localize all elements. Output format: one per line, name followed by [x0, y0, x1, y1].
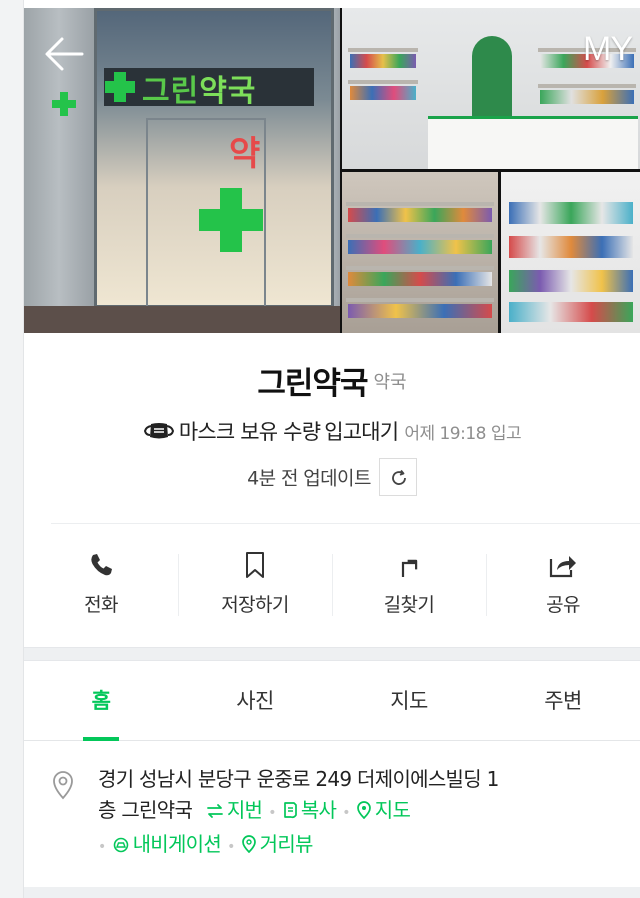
shelf	[348, 80, 418, 84]
address-section: 경기 성남시 분당구 운중로 249 더제이에스빌딩 1 층 그린약국 지번 • 복…	[50, 764, 640, 863]
pharmacy-cross-icon	[105, 72, 135, 102]
separator-dot: •	[98, 839, 106, 855]
mask-stock-status: 입고대기	[324, 420, 399, 444]
place-detail-panel: 그린약국 약 MY 그린약국 약국 마스크 보유 수량 입고대기 어제 19:1…	[24, 0, 640, 898]
photo-gallery[interactable]: 그린약국 약 MY	[24, 8, 640, 333]
shelf-goods	[540, 90, 634, 104]
shelf	[538, 84, 636, 88]
street-view-link[interactable]: 거리뷰	[241, 832, 313, 856]
pharmacy-counter	[428, 116, 638, 169]
place-category: 약국	[373, 371, 407, 393]
left-sidebar-strip	[0, 0, 24, 898]
shelf-goods	[509, 270, 633, 292]
storefront-sign-text: 그린약국	[142, 74, 257, 109]
place-title: 그린약국 약국	[24, 358, 640, 403]
interior-arch	[472, 36, 512, 116]
shelf-goods	[509, 202, 633, 224]
shelves-photo[interactable]	[342, 172, 498, 333]
save-label: 저장하기	[221, 594, 289, 616]
shelf	[346, 202, 494, 206]
shelf-goods	[348, 208, 492, 222]
mask-stock-time: 어제 19:18 입고	[404, 423, 522, 444]
shelf-goods	[348, 240, 492, 254]
directions-label: 길찾기	[383, 594, 435, 616]
shelf-goods	[509, 302, 633, 322]
call-button[interactable]: 전화	[24, 524, 178, 647]
tab-nearby[interactable]: 주변	[486, 661, 640, 740]
call-label: 전화	[84, 594, 118, 616]
pharmacy-cross-icon	[52, 92, 76, 116]
car-icon	[113, 837, 128, 853]
shelf-goods	[509, 236, 633, 258]
pharmacy-cross-icon	[199, 188, 263, 252]
tab-home[interactable]: 홈	[24, 661, 178, 741]
directions-button[interactable]: 길찾기	[332, 524, 486, 647]
copy-icon	[283, 802, 297, 819]
share-icon	[548, 550, 578, 580]
share-label: 공유	[546, 594, 580, 616]
address-line-1: 경기 성남시 분당구 운중로 249 더제이에스빌딩 1	[98, 767, 499, 791]
shelf-goods	[348, 304, 492, 318]
update-row: 4분 전 업데이트	[24, 458, 640, 496]
shelf-goods	[350, 54, 416, 68]
place-name: 그린약국	[257, 366, 368, 402]
shelf	[346, 298, 494, 302]
phone-icon	[86, 550, 116, 580]
directions-icon	[394, 550, 424, 580]
tab-photos[interactable]: 사진	[178, 661, 332, 740]
location-pin-icon	[53, 771, 73, 800]
jibun-link[interactable]: 지번	[206, 798, 263, 822]
shelf-goods	[348, 272, 492, 286]
tab-bar: 홈 사진 지도 주변	[24, 661, 640, 741]
street-view-icon	[241, 835, 256, 854]
copy-link[interactable]: 복사	[282, 798, 337, 822]
bookmark-icon	[240, 550, 270, 580]
action-bar: 전화 저장하기 길찾기 공유	[24, 524, 640, 647]
mask-stock-label: 마스크 보유 수량	[178, 420, 321, 444]
section-divider	[24, 647, 640, 661]
mask-icon	[143, 423, 174, 439]
separator-dot: •	[268, 805, 276, 821]
back-button[interactable]	[42, 34, 86, 74]
arrow-left-icon	[45, 37, 84, 71]
storefront-red-character: 약	[229, 134, 261, 174]
save-button[interactable]: 저장하기	[178, 524, 332, 647]
shelf-goods	[350, 86, 416, 100]
mask-stock-row: 마스크 보유 수량 입고대기 어제 19:18 입고	[24, 416, 640, 446]
map-link[interactable]: 지도	[356, 798, 411, 822]
storefront-floor	[24, 306, 340, 333]
swap-icon	[206, 804, 223, 818]
bottom-edge	[24, 887, 640, 898]
shelf	[348, 48, 418, 52]
address-line-2: 층 그린약국	[98, 798, 193, 822]
my-button[interactable]: MY	[574, 30, 640, 74]
separator-dot: •	[227, 839, 235, 855]
shelf	[346, 266, 494, 270]
shelf	[346, 234, 494, 238]
separator-dot: •	[342, 805, 350, 821]
tab-map[interactable]: 지도	[332, 661, 486, 740]
refresh-icon	[391, 469, 406, 485]
update-time: 4분 전 업데이트	[247, 467, 371, 490]
refresh-button[interactable]	[378, 458, 417, 496]
share-button[interactable]: 공유	[486, 524, 640, 647]
navigation-link[interactable]: 내비게이션	[112, 832, 222, 856]
display-wall-photo[interactable]	[501, 172, 640, 333]
map-pin-icon	[356, 801, 371, 820]
